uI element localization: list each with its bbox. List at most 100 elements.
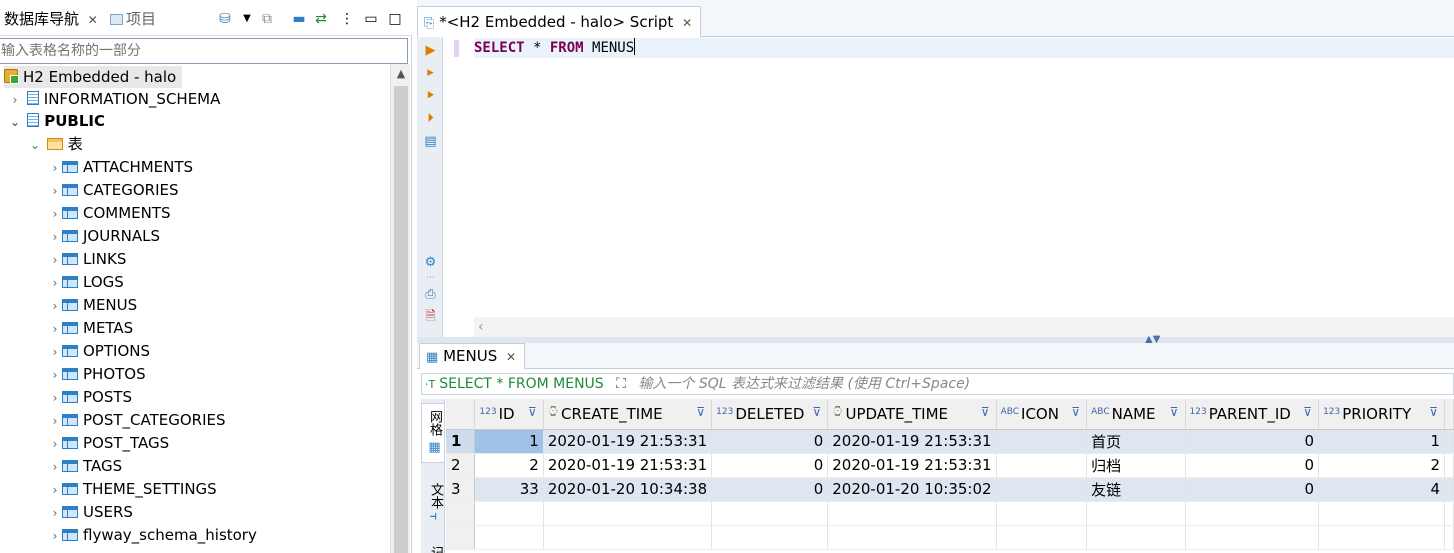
chevron-right-icon[interactable]: › [48, 433, 62, 455]
column-header[interactable]: ABC ICON ⊽ [996, 399, 1088, 430]
column-header[interactable]: ⌚ CREATE_TIME ⊽ [543, 399, 713, 430]
chevron-right-icon[interactable]: › [48, 479, 62, 501]
row-number[interactable]: 3 [446, 477, 476, 502]
chevron-right-icon[interactable]: › [48, 525, 62, 547]
navigator-tree[interactable]: H2 Embedded - halo › INFORMATION_SCHEMA … [0, 64, 390, 553]
tree-tables-folder[interactable]: ⌄ 表 [28, 133, 83, 155]
column-filter-icon[interactable]: ⊽ [1170, 405, 1179, 419]
row-number[interactable]: 2 [446, 453, 476, 478]
tab-grid-view[interactable]: 网格 ▦ [421, 403, 445, 463]
tree-table-item[interactable]: › LOGS [48, 271, 124, 293]
grid-cell-priority[interactable]: 4 [1318, 477, 1445, 502]
column-filter-icon[interactable]: ⊽ [981, 405, 990, 419]
grid-cell-create-time[interactable]: 2020-01-20 10:34:38 [543, 477, 713, 502]
grid-cell-icon[interactable] [996, 477, 1088, 502]
chevron-right-icon[interactable]: › [48, 364, 62, 386]
column-header[interactable]: 123 PRIORITY ⊽ [1318, 399, 1445, 430]
filter-expression-input[interactable]: 输入一个 SQL 表达式来过滤结果 (使用 Ctrl+Space) [638, 376, 970, 392]
tree-table-item[interactable]: › OPTIONS [48, 340, 150, 362]
grid-cell-update-time[interactable]: 2020-01-19 21:53:31 [827, 429, 997, 454]
table-row[interactable]: 2 2 2020-01-19 21:53:31 0 2020-01-19 21:53:3… [446, 453, 1454, 478]
chevron-right-icon[interactable]: › [48, 410, 62, 432]
tree-table-item[interactable]: › LINKS [48, 248, 127, 271]
column-header[interactable]: ABC NAME ⊽ [1086, 399, 1186, 430]
chevron-right-icon[interactable]: › [48, 295, 62, 317]
chevron-right-icon[interactable]: › [48, 226, 62, 248]
close-icon[interactable]: ✕ [88, 13, 98, 27]
minimize-icon[interactable]: ▭ [362, 10, 380, 28]
results-filter-bar[interactable]: ⋅T SELECT * FROM MENUS ⛶ 输入一个 SQL 表达式来过滤结… [421, 373, 1454, 395]
tree-schema-information-schema[interactable]: › INFORMATION_SCHEMA [8, 88, 221, 111]
column-filter-icon[interactable]: ⊽ [1303, 405, 1312, 419]
execute-script-new-tab-icon[interactable]: ⏵ [423, 111, 438, 126]
explain-plan-icon[interactable]: ▤ [423, 134, 438, 149]
settings-gear-icon[interactable]: ⚙ [423, 255, 438, 270]
export-icon[interactable]: ⎙ [423, 287, 438, 302]
grid-cell-name[interactable]: 归档 [1086, 453, 1186, 478]
column-filter-icon[interactable]: ⊽ [528, 405, 537, 419]
execute-statement-icon[interactable]: ▶ [423, 43, 438, 58]
scroll-left-icon[interactable]: ‹ [478, 317, 484, 337]
tree-table-item[interactable]: › flyway_schema_history [48, 524, 257, 546]
close-icon[interactable]: ✕ [682, 16, 692, 30]
table-row[interactable]: 1 1 2020-01-19 21:53:31 0 2020-01-19 21:53:3… [446, 429, 1454, 454]
tree-table-item[interactable]: › USERS [48, 501, 133, 523]
tree-table-item[interactable]: › ATTACHMENTS [48, 156, 193, 178]
close-icon[interactable]: ✕ [506, 350, 516, 364]
grid-cell-parent-id[interactable]: 0 [1185, 429, 1320, 454]
grid-cell-update-time[interactable]: 2020-01-19 21:53:31 [827, 453, 997, 478]
chevron-right-icon[interactable]: › [48, 249, 62, 271]
grid-cell-update-time[interactable]: 2020-01-20 10:35:02 [827, 477, 997, 502]
grid-cell-deleted[interactable]: 0 [711, 477, 829, 502]
tree-table-item[interactable]: › CATEGORIES [48, 179, 179, 201]
tree-table-item[interactable]: › JOURNALS [48, 225, 160, 247]
view-menu-icon[interactable]: ⋮ [338, 10, 356, 28]
tree-schema-public[interactable]: ⌄ PUBLIC [8, 110, 105, 132]
load-script-icon[interactable]: 🗎 [423, 309, 438, 324]
collapse-all-icon[interactable]: ▬ [290, 10, 308, 28]
results-table[interactable]: 123 ID ⊽ ⌚ CREATE_TIME ⊽ 123 DELETED ⊽ ⌚ UPDATE_TI… [446, 399, 1454, 550]
row-number[interactable]: 1 [446, 429, 476, 454]
chevron-right-icon[interactable]: › [48, 341, 62, 363]
execute-script-icon[interactable]: ⯈ [423, 89, 438, 104]
tree-table-item[interactable]: › TAGS [48, 455, 123, 477]
grid-cell-id[interactable]: 33 [474, 477, 544, 502]
tree-table-item[interactable]: › THEME_SETTINGS [48, 478, 217, 500]
results-grid[interactable]: 123 ID ⊽ ⌚ CREATE_TIME ⊽ 123 DELETED ⊽ ⌚ UPDATE_TI… [446, 399, 1454, 553]
tab-results-menus[interactable]: ▦ MENUS ✕ [419, 343, 526, 369]
chevron-right-icon[interactable]: › [48, 272, 62, 294]
tab-record-view[interactable]: 记录 [421, 539, 445, 553]
editor-horizontal-scrollbar[interactable]: ‹ [474, 317, 1454, 337]
column-header[interactable]: 123 PARENT_ID ⊽ [1185, 399, 1320, 430]
column-filter-icon[interactable]: ⊽ [1071, 405, 1080, 419]
column-filter-icon[interactable]: ⊽ [812, 405, 821, 419]
column-filter-icon[interactable]: ⊽ [1429, 405, 1438, 419]
grid-cell-icon[interactable] [996, 453, 1088, 478]
column-filter-icon[interactable]: ⊽ [696, 405, 705, 419]
column-header[interactable]: 123 ID ⊽ [474, 399, 544, 430]
tree-table-item[interactable]: › POSTS [48, 386, 132, 408]
grid-cell-deleted[interactable]: 0 [711, 429, 829, 454]
link-with-editor-icon[interactable]: ⇄ [312, 10, 330, 28]
tree-table-item[interactable]: › POST_CATEGORIES [48, 409, 226, 431]
tree-table-item[interactable]: › COMMENTS [48, 202, 171, 224]
grid-cell-name[interactable]: 友链 [1086, 477, 1186, 502]
column-header[interactable]: 123 DELETED ⊽ [711, 399, 829, 430]
sql-text-line[interactable]: SELECT * FROM MENUS [474, 38, 1454, 58]
column-header[interactable]: ⌚ UPDATE_TIME ⊽ [827, 399, 997, 430]
new-folder-icon[interactable]: ⧉ [258, 10, 276, 28]
chevron-right-icon[interactable]: › [48, 318, 62, 340]
chevron-right-icon[interactable]: › [48, 387, 62, 409]
chevron-down-icon[interactable]: ⌄ [8, 111, 22, 133]
tree-table-item[interactable]: › PHOTOS [48, 363, 146, 385]
chevron-right-icon[interactable]: › [8, 89, 22, 111]
filter-expand-icon[interactable]: ⛶ [616, 376, 626, 392]
maximize-icon[interactable]: □ [386, 10, 404, 28]
scroll-up-icon[interactable]: ▲ [391, 64, 411, 84]
grid-cell-name[interactable]: 首页 [1086, 429, 1186, 454]
navigator-scrollbar[interactable]: ▲ [390, 64, 410, 553]
tree-connection[interactable]: H2 Embedded - halo [4, 66, 183, 88]
more-dots-icon[interactable]: ⋯ [423, 271, 438, 286]
tab-sql-script[interactable]: ⎘ *<H2 Embedded - halo> Script ✕ [417, 6, 702, 37]
grid-cell-parent-id[interactable]: 0 [1185, 477, 1320, 502]
